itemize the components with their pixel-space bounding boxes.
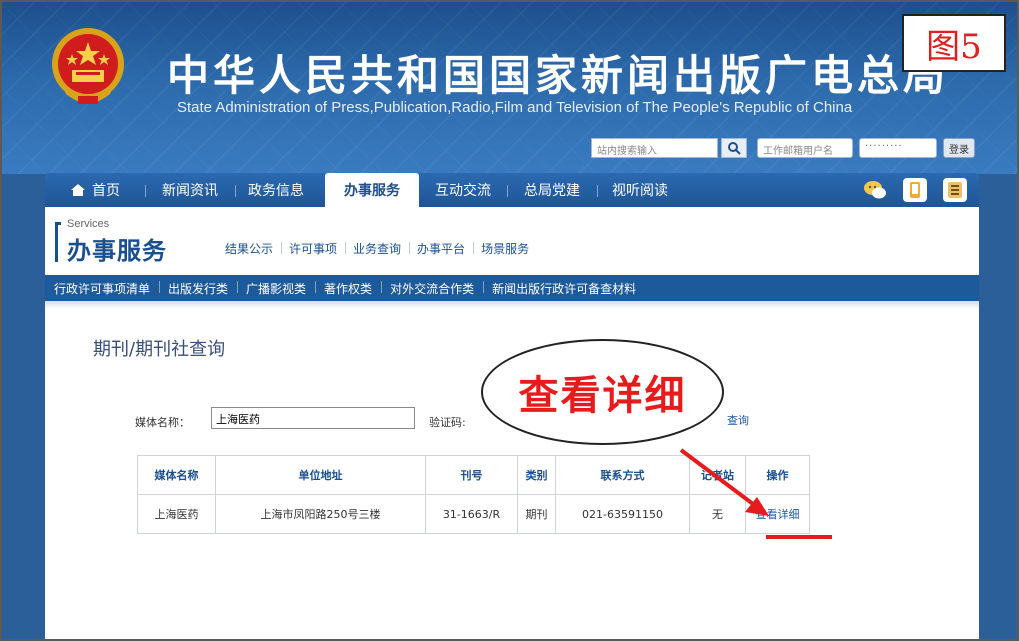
wechat-icon[interactable] — [863, 178, 887, 202]
national-emblem-icon — [52, 28, 124, 104]
column-header: 媒体名称 — [137, 455, 216, 495]
nav-item-government[interactable]: 政务信息 — [235, 173, 317, 207]
nav-item-news[interactable]: 新闻资讯 — [145, 173, 235, 207]
subnav-shadow — [45, 301, 979, 309]
site-subtitle: State Administration of Press,Publicatio… — [177, 99, 853, 116]
figure-label: 图5 — [902, 14, 1006, 72]
service-header: Services 办事服务 结果公示 许可事项 业务查询 办事平台 场景服务 — [45, 207, 979, 275]
column-header: 记者站 — [689, 455, 746, 495]
subnav-item-broadcast[interactable]: 广播影视类 — [237, 280, 315, 297]
nav-icon-group — [863, 178, 967, 202]
login-button[interactable]: 登录 — [943, 138, 975, 158]
column-header: 操作 — [745, 455, 810, 495]
column-header: 刊号 — [425, 455, 518, 495]
table-cell: 期刊 — [517, 494, 556, 534]
site-title: 中华人民共和国国家新闻出版广电总局 — [167, 51, 950, 100]
media-name-input[interactable]: 上海医药 — [211, 407, 415, 429]
callout-text: 查看详细 — [518, 373, 687, 419]
screenshot-frame: 中华人民共和国国家新闻出版广电总局 State Administration o… — [0, 0, 1019, 641]
subnav-item-publishing[interactable]: 出版发行类 — [159, 280, 237, 297]
subnav-item-license-list[interactable]: 行政许可事项清单 — [45, 280, 159, 297]
service-title: 办事服务 — [67, 237, 167, 265]
table-header-row: 媒体名称 单位地址 刊号 类别 联系方式 记者站 操作 — [137, 455, 810, 495]
sub-nav: 行政许可事项清单 出版发行类 广播影视类 著作权类 对外交流合作类 新闻出版行政… — [45, 275, 979, 301]
table-cell: 021-63591150 — [555, 494, 690, 534]
nav-item-home[interactable]: 首页 — [45, 173, 145, 207]
nav-item-label: 新闻资讯 — [162, 183, 218, 199]
reading-icon[interactable] — [943, 178, 967, 202]
nav-item-party[interactable]: 总局党建 — [507, 173, 597, 207]
nav-item-label: 互动交流 — [435, 183, 491, 199]
page-title: 期刊/期刊社查询 — [93, 339, 226, 360]
subnav-item-copyright[interactable]: 著作权类 — [315, 280, 381, 297]
table-cell: 31-1663/R — [425, 494, 518, 534]
result-table: 媒体名称 单位地址 刊号 类别 联系方式 记者站 操作 上海医药 上海市凤阳路2… — [137, 455, 810, 534]
subnav-item-materials[interactable]: 新闻出版行政许可备查材料 — [483, 280, 645, 297]
nav-item-interaction[interactable]: 互动交流 — [419, 173, 507, 207]
subnav-item-exchange[interactable]: 对外交流合作类 — [381, 280, 483, 297]
content-area: Services 办事服务 结果公示 许可事项 业务查询 办事平台 场景服务 行… — [45, 207, 979, 639]
password-input[interactable]: ········· — [859, 138, 937, 158]
nav-item-label: 总局党建 — [524, 183, 580, 199]
column-header: 类别 — [517, 455, 556, 495]
table-row: 上海医药 上海市凤阳路250号三楼 31-1663/R 期刊 021-63591… — [137, 494, 810, 534]
site-search-input[interactable]: 站内搜索输入 — [591, 138, 718, 158]
table-cell: 上海医药 — [137, 494, 216, 534]
service-tab-licensing[interactable]: 许可事项 — [281, 240, 345, 257]
service-bracket — [55, 222, 61, 262]
search-button[interactable] — [721, 138, 747, 158]
service-tab-scene[interactable]: 场景服务 — [473, 240, 537, 257]
username-input[interactable]: 工作邮箱用户名 — [757, 138, 853, 158]
table-cell: 上海市凤阳路250号三楼 — [215, 494, 426, 534]
main-nav: 首页 新闻资讯 政务信息 办事服务 互动交流 总局党建 视听阅读 — [45, 173, 979, 207]
highlight-underline — [766, 535, 832, 539]
service-tab-business-query[interactable]: 业务查询 — [345, 240, 409, 257]
media-name-label: 媒体名称： — [135, 416, 190, 429]
mobile-icon[interactable] — [903, 178, 927, 202]
nav-item-label: 视听阅读 — [612, 183, 668, 199]
service-title-en: Services — [67, 218, 110, 230]
table-cell: 无 — [689, 494, 746, 534]
nav-item-label: 首页 — [92, 183, 120, 199]
nav-item-label: 办事服务 — [344, 183, 400, 199]
header-banner: 中华人民共和国国家新闻出版广电总局 State Administration o… — [2, 2, 1017, 174]
column-header: 联系方式 — [555, 455, 690, 495]
nav-item-label: 政务信息 — [248, 183, 304, 199]
service-tab-platform[interactable]: 办事平台 — [409, 240, 473, 257]
service-tab-results[interactable]: 结果公示 — [217, 240, 281, 257]
search-icon — [728, 142, 741, 155]
view-details-link[interactable]: 查看详细 — [745, 494, 810, 534]
callout-bubble: 查看详细 — [481, 339, 724, 445]
column-header: 单位地址 — [215, 455, 426, 495]
nav-item-services[interactable]: 办事服务 — [325, 173, 419, 207]
home-icon — [71, 184, 85, 196]
nav-item-audiovisual[interactable]: 视听阅读 — [597, 173, 683, 207]
service-tabs: 结果公示 许可事项 业务查询 办事平台 场景服务 — [217, 240, 537, 257]
captcha-label: 验证码: — [429, 416, 466, 429]
query-button[interactable]: 查询 — [727, 412, 749, 428]
